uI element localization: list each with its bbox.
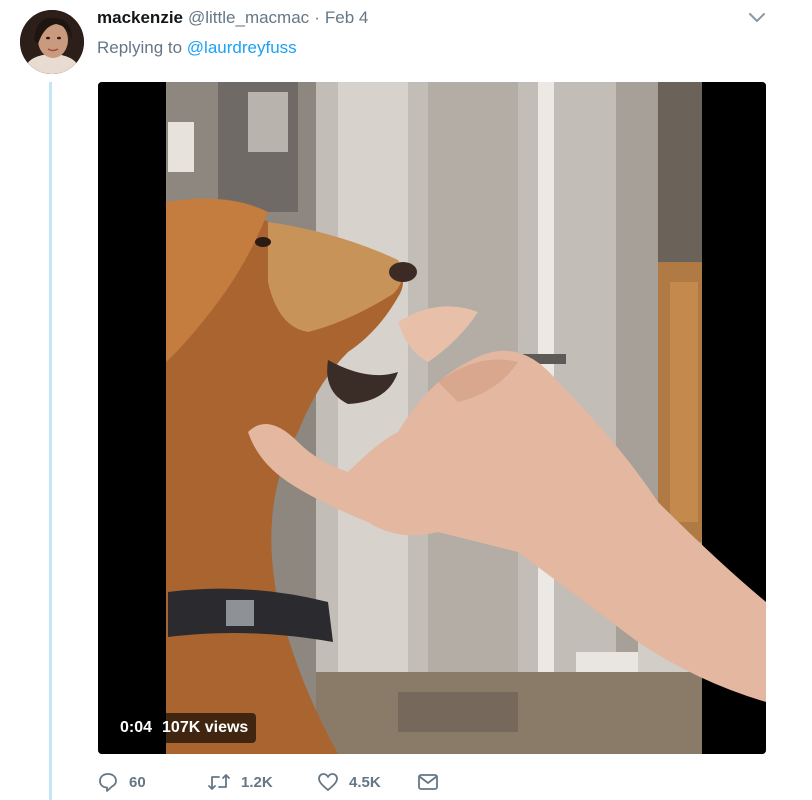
reply-count: 60	[129, 773, 146, 791]
retweet-button[interactable]: 1.2K	[207, 771, 317, 793]
author-handle[interactable]: @little_macmac	[188, 8, 309, 28]
tweet-header: mackenzie @little_macmac · Feb 4	[97, 8, 368, 30]
like-count: 4.5K	[349, 773, 381, 791]
replying-to-link[interactable]: @laurdreyfuss	[187, 38, 297, 57]
video-overlay: 0:04 107K views	[112, 713, 257, 743]
video-view-count: 107K views	[162, 719, 249, 736]
chevron-down-icon[interactable]	[748, 10, 766, 26]
replying-to: Replying to @laurdreyfuss	[97, 38, 297, 58]
separator-dot: ·	[314, 8, 320, 27]
heart-icon	[317, 771, 339, 793]
replying-to-label: Replying to	[97, 38, 183, 57]
thread-connector-line	[49, 82, 52, 800]
author-name[interactable]: mackenzie	[97, 8, 183, 28]
video-timestamp: 0:04	[120, 719, 153, 736]
reply-icon	[97, 771, 119, 793]
video-frame	[98, 82, 766, 754]
tweet-date[interactable]: Feb 4	[325, 8, 368, 28]
reply-button[interactable]: 60	[97, 771, 207, 793]
video-player[interactable]	[98, 82, 766, 754]
direct-message-button[interactable]	[417, 772, 439, 792]
avatar[interactable]	[20, 10, 84, 74]
envelope-icon	[417, 772, 439, 792]
like-button[interactable]: 4.5K	[317, 771, 417, 793]
retweet-count: 1.2K	[241, 773, 273, 791]
tweet-actions: 60 1.2K 4.5K	[97, 766, 439, 798]
retweet-icon	[207, 771, 231, 793]
